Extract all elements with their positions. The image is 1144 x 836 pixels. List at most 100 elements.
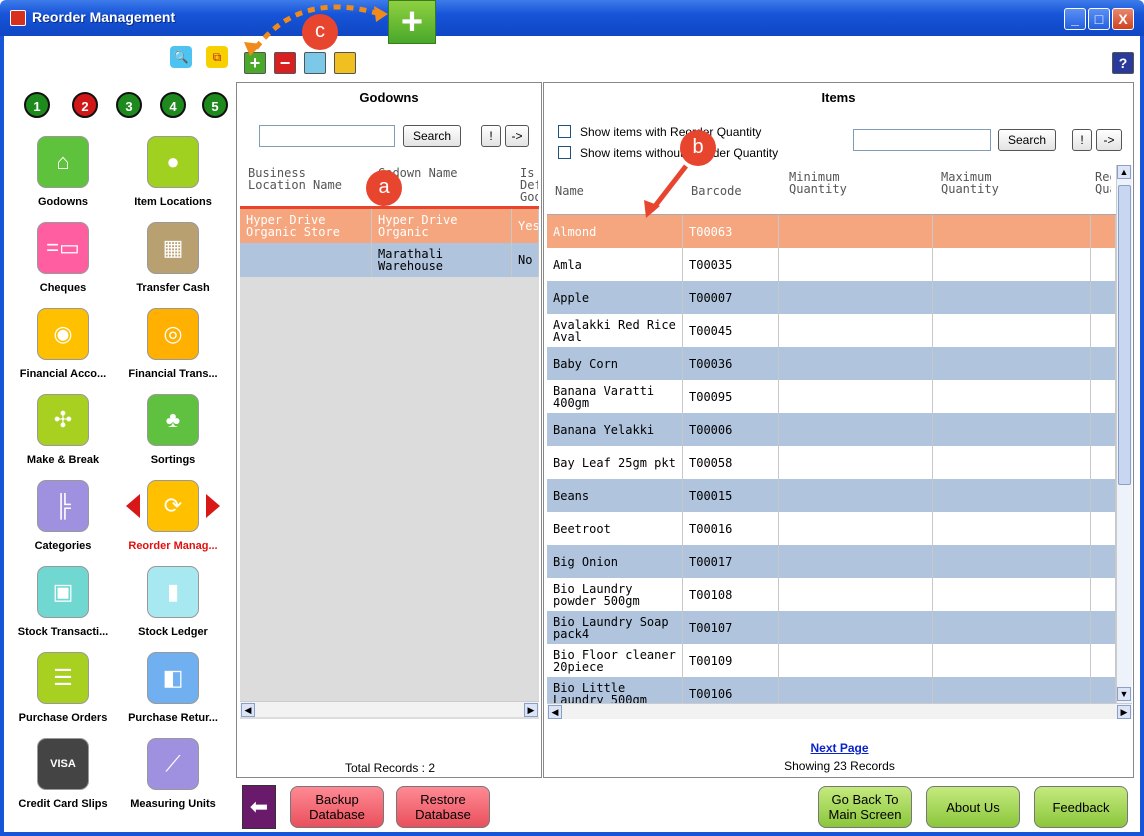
item-row[interactable]: Bay Leaf 25gm pkt T00058 [547,446,1116,479]
module-stock-transacti[interactable]: ▣ Stock Transacti... [8,566,118,648]
module-stock-ledger[interactable]: ▮ Stock Ledger [118,566,228,648]
help-button[interactable]: ? [1112,52,1134,74]
module-make-break[interactable]: ✣ Make & Break [8,394,118,476]
godowns-bang-button[interactable]: ! [481,125,501,147]
restore-database-button[interactable]: Restore Database [396,786,490,828]
scroll-right-icon[interactable]: ▶ [1117,705,1131,719]
enlarged-add-icon: + [388,0,436,44]
items-search-input[interactable] [853,129,991,151]
item-row[interactable]: Almond T00063 [547,215,1116,248]
next-arrow-icon[interactable] [206,494,220,518]
items-col-min-qty[interactable]: Minimum Quantity [789,171,899,195]
item-row[interactable]: Banana Varatti 400gm T00095 [547,380,1116,413]
module-reorder-manag[interactable]: ⟳ Reorder Manag... [118,480,228,562]
module-item-locations[interactable]: ● Item Locations [118,136,228,218]
prev-arrow-icon[interactable] [126,494,140,518]
module-purchase-orders[interactable]: ☰ Purchase Orders [8,652,118,734]
maximize-button[interactable]: □ [1088,8,1110,30]
item-row[interactable]: Amla T00035 [547,248,1116,281]
step-2-button[interactable]: 2 [72,92,98,118]
module-godowns[interactable]: ⌂ Godowns [8,136,118,218]
items-col-barcode[interactable]: Barcode [691,185,742,197]
module-categories[interactable]: ╠ Categories [8,480,118,562]
item-cell: T00017 [683,545,779,578]
search-icon[interactable]: 🔍 [170,46,192,68]
items-bang-button[interactable]: ! [1072,129,1092,151]
scroll-down-icon[interactable]: ▼ [1117,687,1131,701]
godowns-col-is-default[interactable]: Is Default Godown [520,167,538,203]
window-switch-icon[interactable]: ⧉ [206,46,228,68]
godown-row[interactable]: Marathali Warehouse No [240,243,539,277]
item-row[interactable]: Baby Corn T00036 [547,347,1116,380]
move-up-icon[interactable] [304,52,326,74]
step-4-button[interactable]: 4 [160,92,186,118]
module-sortings[interactable]: ♣ Sortings [118,394,228,476]
next-page-link[interactable]: Next Page [544,741,1135,755]
godowns-title: Godowns [359,90,419,105]
item-cell [779,578,933,611]
item-cell [1091,578,1116,611]
item-row[interactable]: Bio Laundry powder 500gm T00108 [547,578,1116,611]
about-us-button[interactable]: About Us [926,786,1020,828]
close-button[interactable]: X [1112,8,1134,30]
backup-database-button[interactable]: Backup Database [290,786,384,828]
move-down-icon[interactable] [334,52,356,74]
module-label: Transfer Cash [136,282,210,294]
items-vertical-scrollbar[interactable]: ▲ ▼ [1116,165,1132,703]
item-row[interactable]: Beetroot T00016 [547,512,1116,545]
items-horizontal-scrollbar[interactable]: ◀ ▶ [547,703,1132,719]
godowns-col-business-location[interactable]: Business Location Name [248,167,368,191]
checkbox-without-reorder[interactable] [558,146,571,159]
item-row[interactable]: Banana Yelakki T00006 [547,413,1116,446]
items-col-max-qty[interactable]: Maximum Quantity [941,171,1051,195]
step-5-button[interactable]: 5 [202,92,228,118]
item-row[interactable]: Beans T00015 [547,479,1116,512]
godowns-search-input[interactable] [259,125,395,147]
item-row[interactable]: Bio Floor cleaner 20piece T00109 [547,644,1116,677]
godowns-arrow-button[interactable]: -> [505,125,529,147]
items-search-button[interactable]: Search [998,129,1056,151]
checkbox-with-reorder[interactable] [558,125,571,138]
module-cheques[interactable]: =▭ Cheques [8,222,118,304]
back-arrow-button[interactable]: ⬅ [242,785,276,829]
feedback-button[interactable]: Feedback [1034,786,1128,828]
module-purchase-retur[interactable]: ◧ Purchase Retur... [118,652,228,734]
scroll-left-icon[interactable]: ◀ [241,703,255,717]
add-button[interactable]: + [244,52,266,74]
window-title: Reorder Management [32,9,176,25]
item-cell [933,314,1091,347]
step-1-button[interactable]: 1 [24,92,50,118]
minimize-button[interactable]: _ [1064,8,1086,30]
remove-button[interactable]: − [274,52,296,74]
module-label: Purchase Orders [18,712,108,724]
item-cell: Bay Leaf 25gm pkt [547,446,683,479]
items-scroll-thumb[interactable] [1118,185,1131,485]
item-cell: Avalakki Red Rice Aval [547,314,683,347]
module-measuring-units[interactable]: ⟋ Measuring Units [118,738,228,820]
godown-row[interactable]: Hyper Drive Organic Store Hyper Drive Org… [240,206,539,246]
item-row[interactable]: Avalakki Red Rice Aval T00045 [547,314,1116,347]
window-titlebar: Reorder Management _ □ X [0,0,1144,36]
scroll-right-icon[interactable]: ▶ [524,703,538,717]
go-back-main-screen-button[interactable]: Go Back To Main Screen [818,786,912,828]
module-label: Stock Transacti... [17,626,109,638]
item-row[interactable]: Apple T00007 [547,281,1116,314]
items-grid-header: Name Barcode Minimum Quantity Maximum Qu… [547,165,1132,215]
items-arrow-button[interactable]: -> [1096,129,1122,151]
item-row[interactable]: Big Onion T00017 [547,545,1116,578]
items-col-reorder-qty[interactable]: Reorder Quantity [1095,171,1111,195]
module-label: Financial Acco... [19,368,107,380]
scroll-up-icon[interactable]: ▲ [1117,165,1131,179]
truck-icon: ◧ [147,652,199,704]
step-3-button[interactable]: 3 [116,92,142,118]
item-cell: Amla [547,248,683,281]
items-col-name[interactable]: Name [555,185,584,197]
module-financial-acco[interactable]: ◉ Financial Acco... [8,308,118,390]
module-credit-card-slips[interactable]: VISA Credit Card Slips [8,738,118,820]
scroll-left-icon[interactable]: ◀ [548,705,562,719]
godowns-search-button[interactable]: Search [403,125,461,147]
godowns-horizontal-scrollbar[interactable]: ◀ ▶ [240,701,539,717]
module-financial-trans[interactable]: ◎ Financial Trans... [118,308,228,390]
item-row[interactable]: Bio Laundry Soap pack4 T00107 [547,611,1116,644]
module-transfer-cash[interactable]: ▦ Transfer Cash [118,222,228,304]
